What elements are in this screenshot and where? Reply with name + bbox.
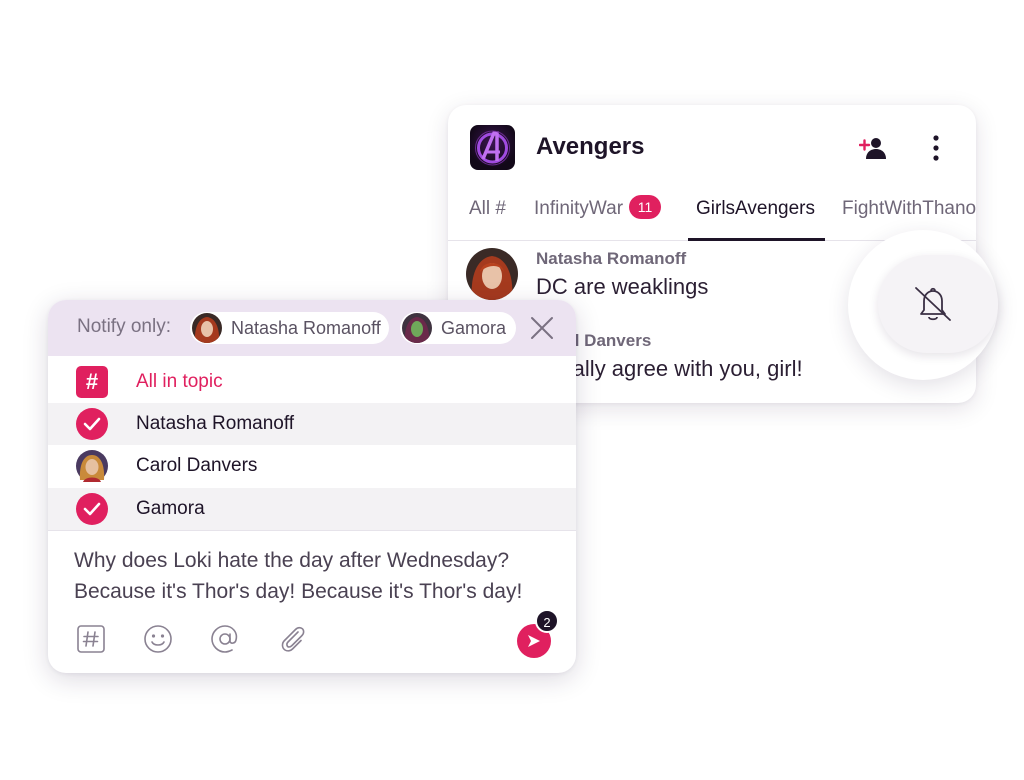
avatar	[192, 313, 222, 343]
option-carol[interactable]: Carol Danvers	[48, 445, 576, 487]
option-label: Carol Danvers	[136, 455, 258, 476]
notify-bar: Notify only: Natasha Romanoff Gamora	[48, 300, 576, 356]
hash-icon: #	[76, 366, 108, 398]
message-line: Because it's Thor's day! Because it's Th…	[74, 580, 523, 603]
compose-card: Notify only: Natasha Romanoff Gamora # A…	[48, 300, 576, 673]
recipient-chip[interactable]: Gamora	[400, 312, 516, 344]
more-options-button[interactable]	[921, 133, 951, 163]
option-gamora[interactable]: Gamora	[48, 488, 576, 530]
message-line: Why does Loki hate the day after Wednesd…	[74, 549, 510, 572]
emoji-icon	[144, 625, 172, 653]
avatar	[76, 450, 108, 482]
tab-all[interactable]: All #	[469, 191, 506, 241]
more-vertical-icon	[933, 135, 939, 161]
tab-label: InfinityWar	[534, 198, 624, 219]
avatar	[402, 313, 432, 343]
send-count-badge: 2	[535, 609, 559, 633]
notify-label: Notify only:	[77, 316, 171, 337]
option-all-in-topic[interactable]: # All in topic	[48, 361, 576, 403]
tab-infinitywar[interactable]: InfinityWar 11	[534, 191, 662, 241]
option-label: Gamora	[136, 498, 205, 519]
mute-notifications-button[interactable]	[878, 255, 998, 353]
add-user-button[interactable]	[858, 133, 888, 163]
at-icon	[211, 625, 238, 653]
avatar	[466, 248, 518, 300]
message-input[interactable]: Why does Loki hate the day after Wednesd…	[74, 545, 554, 607]
tab-girlsavengers[interactable]: GirlsAvengers	[688, 191, 825, 241]
add-user-icon	[859, 138, 886, 159]
avengers-logo	[470, 125, 515, 170]
chip-name: Gamora	[441, 317, 507, 338]
check-icon	[76, 493, 108, 525]
option-label: Natasha Romanoff	[136, 413, 295, 434]
send-icon	[528, 635, 540, 647]
unread-badge: 11	[629, 194, 662, 219]
close-button[interactable]	[528, 314, 556, 342]
emoji-button[interactable]	[143, 624, 173, 654]
tab-label: GirlsAvengers	[696, 198, 815, 219]
message-text: DC are weaklings	[536, 274, 709, 299]
option-label: All in topic	[136, 371, 223, 392]
mention-button[interactable]	[210, 624, 240, 654]
option-natasha[interactable]: Natasha Romanoff	[48, 403, 576, 445]
bell-off-icon	[915, 287, 951, 321]
tab-label: All #	[469, 198, 506, 219]
paperclip-icon	[281, 626, 305, 652]
chat-header: Avengers	[448, 105, 976, 191]
chat-title: Avengers	[536, 133, 645, 160]
chip-name: Natasha Romanoff	[231, 317, 381, 338]
tab-label: FightWithThanos	[842, 198, 976, 219]
message-author: Natasha Romanoff	[536, 249, 687, 268]
topic-button[interactable]	[76, 624, 106, 654]
attach-button[interactable]	[278, 624, 308, 654]
close-icon	[531, 317, 553, 339]
check-icon	[76, 408, 108, 440]
divider	[48, 530, 576, 531]
recipient-chip[interactable]: Natasha Romanoff	[190, 312, 389, 344]
hash-icon	[77, 625, 105, 653]
